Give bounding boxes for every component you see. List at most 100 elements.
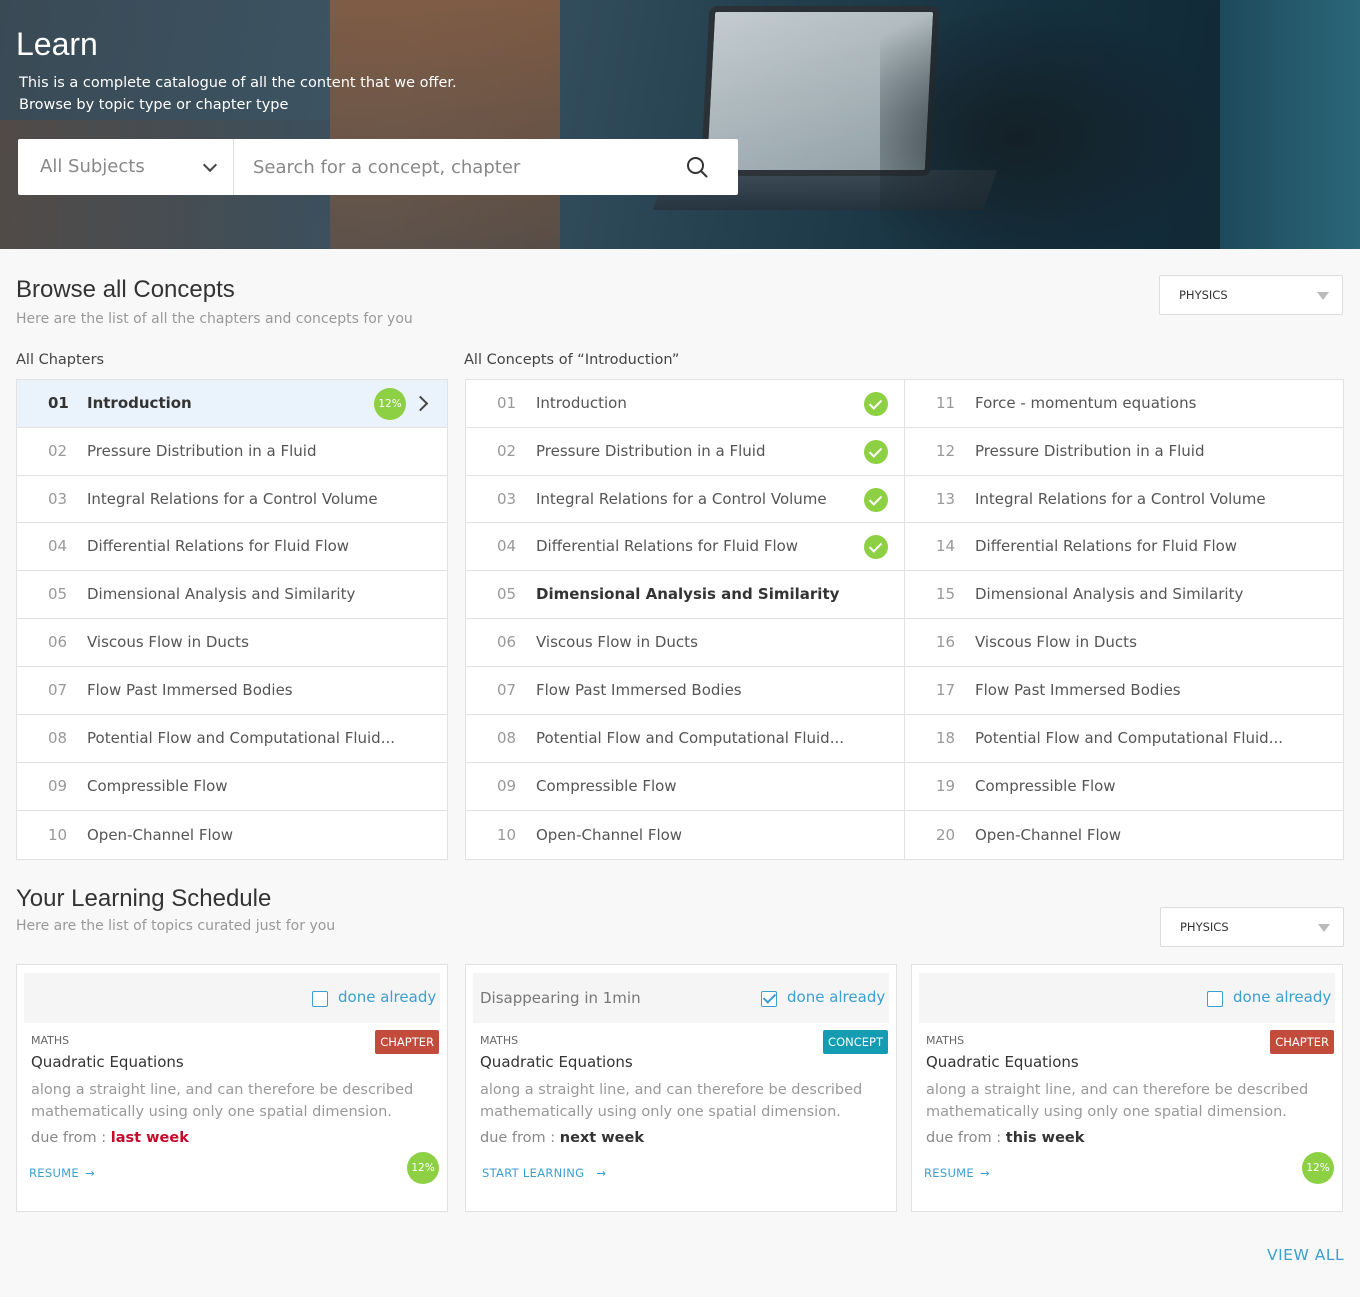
chapter-row[interactable]: 04 Differential Relations for Fluid Flow bbox=[17, 523, 447, 571]
concepts-heading: All Concepts of “Introduction” bbox=[464, 352, 680, 368]
concept-row[interactable]: 09 Compressible Flow bbox=[466, 763, 904, 811]
row-label: Force - momentum equations bbox=[975, 394, 1197, 412]
row-label: Open-Channel Flow bbox=[536, 826, 683, 844]
card-header: done already bbox=[24, 973, 440, 1023]
row-label: Dimensional Analysis and Similarity bbox=[975, 585, 1244, 603]
row-label: Potential Flow and Computational Fluid..… bbox=[87, 729, 395, 747]
row-label: Pressure Distribution in a Fluid bbox=[975, 442, 1205, 460]
concept-row[interactable]: 05 Dimensional Analysis and Similarity bbox=[466, 571, 904, 619]
concept-row[interactable]: 04 Differential Relations for Fluid Flow bbox=[466, 523, 904, 571]
search-bar: All Subjects bbox=[18, 139, 738, 195]
type-badge: CHAPTER bbox=[1270, 1030, 1334, 1054]
chapter-row[interactable]: 10 Open-Channel Flow bbox=[17, 811, 447, 860]
browse-subject-dropdown[interactable]: PHYSICS bbox=[1159, 275, 1343, 315]
card-subject: MATHS bbox=[926, 1034, 965, 1047]
concept-row[interactable]: 15 Dimensional Analysis and Similarity bbox=[905, 571, 1343, 619]
concept-row[interactable]: 12 Pressure Distribution in a Fluid bbox=[905, 428, 1343, 476]
concept-row[interactable]: 13 Integral Relations for a Control Volum… bbox=[905, 476, 1343, 523]
concept-row[interactable]: 11 Force - momentum equations bbox=[905, 380, 1343, 428]
row-label: Flow Past Immersed Bodies bbox=[536, 681, 742, 699]
concept-row[interactable]: 20 Open-Channel Flow bbox=[905, 811, 1343, 860]
row-number: 06 bbox=[497, 633, 517, 651]
chapter-row[interactable]: 07 Flow Past Immersed Bodies bbox=[17, 667, 447, 715]
chapter-row[interactable]: 08 Potential Flow and Computational Fluid… bbox=[17, 715, 447, 763]
done-checkbox[interactable] bbox=[312, 991, 328, 1007]
concept-row[interactable]: 17 Flow Past Immersed Bodies bbox=[905, 667, 1343, 715]
row-label: Integral Relations for a Control Volume bbox=[536, 490, 827, 508]
row-number: 08 bbox=[48, 729, 68, 747]
card-title: Quadratic Equations bbox=[480, 1053, 633, 1071]
concepts-list-right: 11 Force - momentum equations 12 Pressure D… bbox=[904, 379, 1344, 860]
caret-down-icon bbox=[1318, 924, 1330, 932]
concept-row[interactable]: 14 Differential Relations for Fluid Flow bbox=[905, 523, 1343, 571]
concept-row[interactable]: 18 Potential Flow and Computational Fluid… bbox=[905, 715, 1343, 763]
card-header: done already bbox=[919, 973, 1335, 1023]
chapter-row[interactable]: 03 Integral Relations for a Control Volum… bbox=[17, 476, 447, 523]
progress-badge: 12% bbox=[374, 388, 406, 420]
row-label: Potential Flow and Computational Fluid..… bbox=[536, 729, 844, 747]
resume-button[interactable]: RESUME → bbox=[29, 1166, 95, 1180]
subject-select[interactable]: All Subjects bbox=[18, 139, 234, 195]
row-number: 12 bbox=[936, 442, 956, 460]
concept-row[interactable]: 03 Integral Relations for a Control Volum… bbox=[466, 476, 904, 523]
due-date: due from : last week bbox=[31, 1130, 189, 1146]
concept-row[interactable]: 10 Open-Channel Flow bbox=[466, 811, 904, 860]
row-number: 10 bbox=[48, 826, 68, 844]
card-description-line: mathematically using only one spatial di… bbox=[31, 1104, 392, 1120]
chapter-row[interactable]: 09 Compressible Flow bbox=[17, 763, 447, 811]
card-description: along a straight line, and can therefore… bbox=[480, 1079, 880, 1123]
row-label: Pressure Distribution in a Fluid bbox=[87, 442, 317, 460]
card-description-line: mathematically using only one spatial di… bbox=[926, 1104, 1287, 1120]
due-prefix: due from : bbox=[480, 1130, 560, 1146]
row-number: 10 bbox=[497, 826, 517, 844]
chapters-heading: All Chapters bbox=[16, 352, 105, 368]
progress-badge: 12% bbox=[407, 1152, 439, 1184]
row-label: Viscous Flow in Ducts bbox=[536, 633, 698, 651]
resume-button[interactable]: RESUME → bbox=[924, 1166, 990, 1180]
card-subject: MATHS bbox=[31, 1034, 70, 1047]
search-icon[interactable] bbox=[686, 156, 708, 178]
row-label: Integral Relations for a Control Volume bbox=[87, 490, 378, 508]
concept-row[interactable]: 06 Viscous Flow in Ducts bbox=[466, 619, 904, 667]
row-number: 02 bbox=[497, 442, 517, 460]
row-number: 09 bbox=[497, 777, 517, 795]
dropdown-value: PHYSICS bbox=[1180, 920, 1229, 934]
start-learning-button[interactable]: START LEARNING → bbox=[482, 1166, 606, 1180]
schedule-subject-dropdown[interactable]: PHYSICS bbox=[1160, 907, 1344, 947]
done-checkbox[interactable] bbox=[761, 991, 777, 1007]
cta-label: START LEARNING bbox=[482, 1166, 585, 1180]
concept-row[interactable]: 08 Potential Flow and Computational Fluid… bbox=[466, 715, 904, 763]
done-label[interactable]: done already bbox=[338, 988, 436, 1006]
page-subtitle: This is a complete catalogue of all the … bbox=[19, 72, 457, 116]
browse-section-subtitle: Here are the list of all the chapters an… bbox=[16, 311, 413, 327]
row-number: 09 bbox=[48, 777, 68, 795]
dropdown-value: PHYSICS bbox=[1179, 288, 1228, 302]
concept-row[interactable]: 16 Viscous Flow in Ducts bbox=[905, 619, 1343, 667]
done-checkbox[interactable] bbox=[1207, 991, 1223, 1007]
concept-row[interactable]: 07 Flow Past Immersed Bodies bbox=[466, 667, 904, 715]
chapter-row[interactable]: 01 Introduction 12% bbox=[17, 380, 447, 428]
row-number: 20 bbox=[936, 826, 956, 844]
row-label: Flow Past Immersed Bodies bbox=[975, 681, 1181, 699]
due-date: due from : this week bbox=[926, 1130, 1084, 1146]
caret-down-icon bbox=[1317, 292, 1329, 300]
chevron-right-icon[interactable] bbox=[412, 395, 429, 412]
check-circle-icon bbox=[864, 440, 888, 464]
concept-row[interactable]: 02 Pressure Distribution in a Fluid bbox=[466, 428, 904, 476]
progress-badge: 12% bbox=[1302, 1152, 1334, 1184]
row-number: 16 bbox=[936, 633, 956, 651]
search-input[interactable] bbox=[234, 139, 684, 195]
done-label[interactable]: done already bbox=[1233, 988, 1331, 1006]
done-label[interactable]: done already bbox=[787, 988, 885, 1006]
chapter-row[interactable]: 05 Dimensional Analysis and Similarity bbox=[17, 571, 447, 619]
chapter-row[interactable]: 06 Viscous Flow in Ducts bbox=[17, 619, 447, 667]
row-number: 11 bbox=[936, 394, 956, 412]
row-label: Open-Channel Flow bbox=[87, 826, 234, 844]
concept-row[interactable]: 01 Introduction bbox=[466, 380, 904, 428]
row-number: 07 bbox=[48, 681, 68, 699]
type-badge: CONCEPT bbox=[823, 1030, 888, 1054]
concept-row[interactable]: 19 Compressible Flow bbox=[905, 763, 1343, 811]
chapter-row[interactable]: 02 Pressure Distribution in a Fluid bbox=[17, 428, 447, 476]
view-all-link[interactable]: VIEW ALL bbox=[1267, 1246, 1344, 1264]
browse-section-title: Browse all Concepts bbox=[16, 276, 235, 303]
